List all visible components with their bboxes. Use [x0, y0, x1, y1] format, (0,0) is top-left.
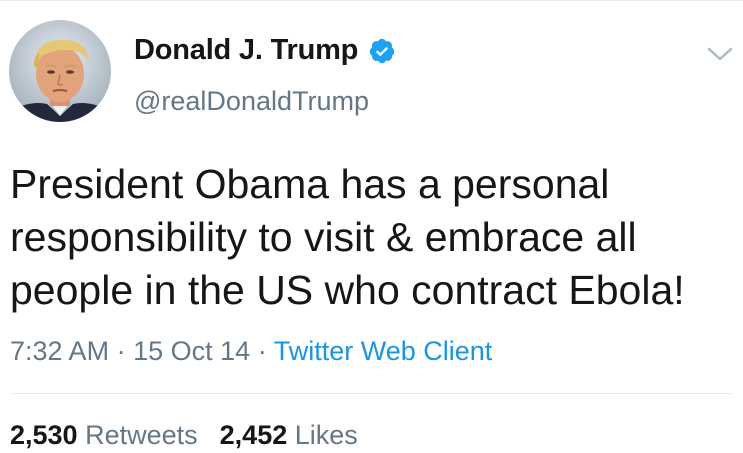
- avatar-image: [9, 20, 111, 122]
- retweets-count: 2,530: [10, 420, 78, 450]
- likes-stat[interactable]: 2,452 Likes: [220, 420, 358, 450]
- tweet-time[interactable]: 7:32 AM: [10, 336, 109, 366]
- retweets-label: Retweets: [85, 420, 198, 450]
- avatar[interactable]: [9, 20, 111, 122]
- tweet-meta: 7:32 AM · 15 Oct 14 · Twitter Web Client: [10, 336, 492, 367]
- chevron-down-icon[interactable]: [706, 44, 734, 64]
- meta-separator: ·: [257, 336, 267, 366]
- top-divider: [0, 0, 743, 1]
- likes-label: Likes: [294, 420, 358, 450]
- tweet-text: President Obama has a personal responsib…: [10, 161, 685, 313]
- likes-count: 2,452: [219, 420, 288, 450]
- user-name-row[interactable]: Donald J. Trump: [134, 34, 396, 67]
- user-handle[interactable]: @realDonaldTrump: [134, 86, 369, 117]
- stats-divider: [10, 393, 733, 394]
- verified-badge-icon: [369, 38, 395, 63]
- tweet-date[interactable]: 15 Oct 14: [133, 336, 250, 366]
- meta-separator: ·: [116, 336, 126, 366]
- retweets-stat[interactable]: 2,530 Retweets: [10, 420, 198, 450]
- tweet-client-link[interactable]: Twitter Web Client: [274, 336, 493, 366]
- tweet-stats: 2,530 Retweets 2,452 Likes: [10, 420, 358, 451]
- display-name[interactable]: Donald J. Trump: [134, 34, 358, 67]
